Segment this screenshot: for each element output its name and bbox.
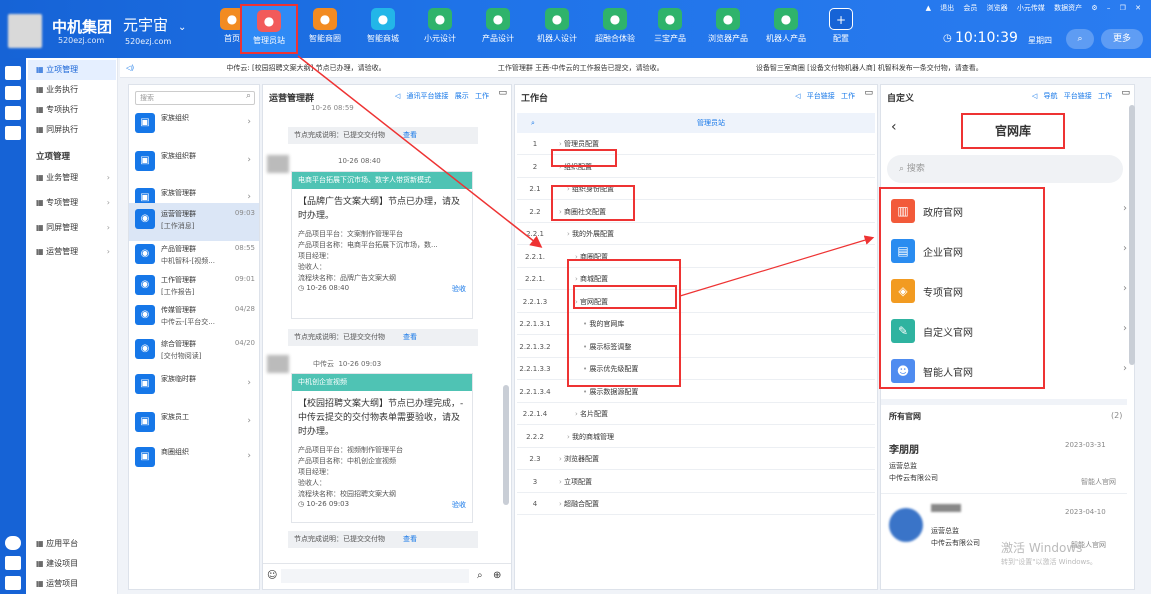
annotation-arrow — [679, 235, 875, 297]
annotation-arrows — [297, 55, 875, 297]
annotation-arrow — [297, 55, 543, 248]
